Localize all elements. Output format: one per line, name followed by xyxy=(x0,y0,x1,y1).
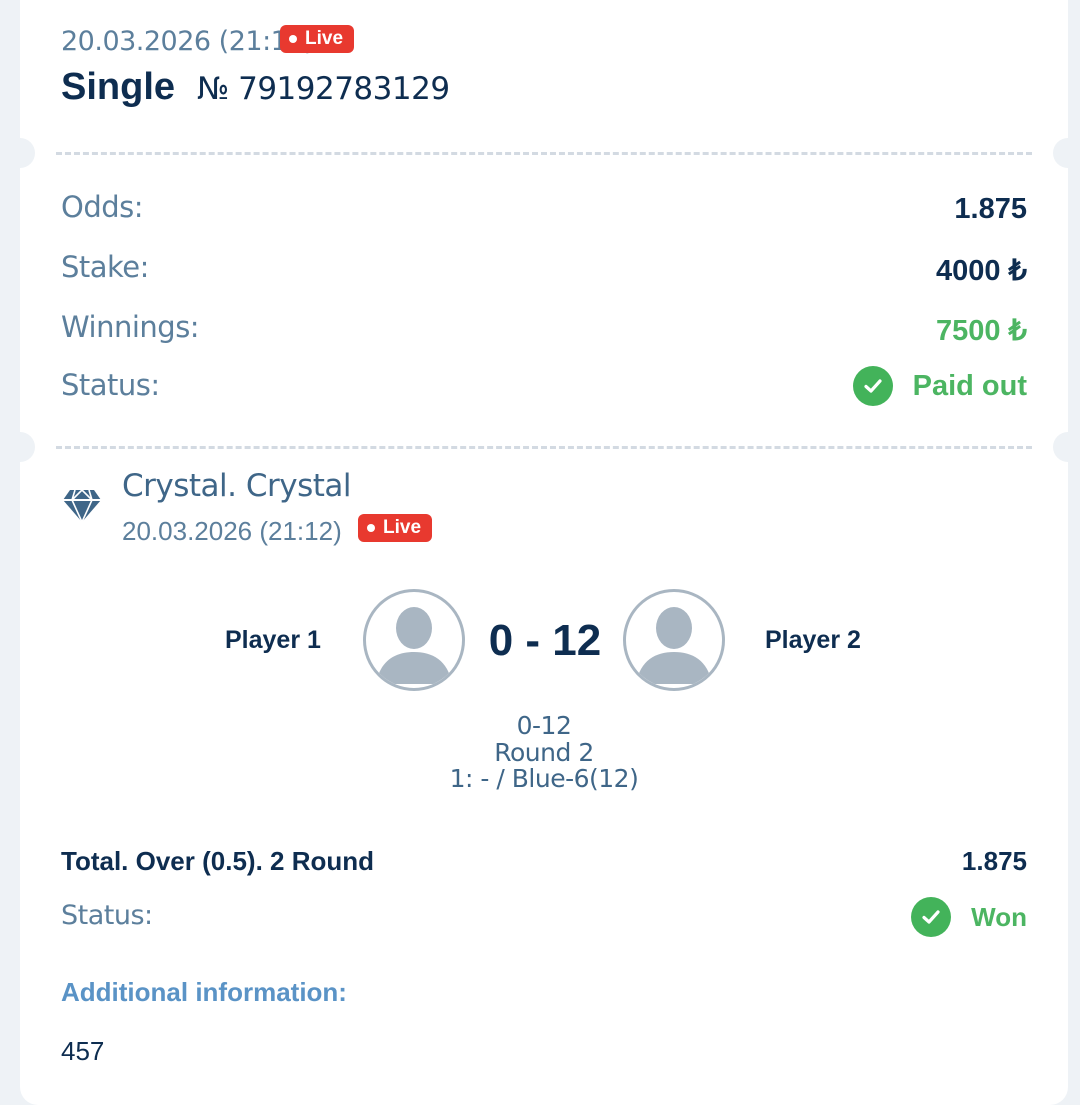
winnings-label: Winnings: xyxy=(61,310,200,344)
check-circle-icon xyxy=(911,897,952,937)
additional-info-value: 457 xyxy=(61,1036,105,1066)
ticket-notch-right xyxy=(1053,138,1080,168)
bet-type-title: Single xyxy=(61,66,176,108)
bet-date: 20.03.2026 (21:11) xyxy=(61,26,315,57)
status-label: Status: xyxy=(61,368,160,402)
status-value: Paid out xyxy=(912,369,1027,402)
bet-market-name: Total. Over (0.5). 2 Round xyxy=(61,846,375,876)
bet-number: № 79192783129 xyxy=(197,71,450,107)
diamond-icon xyxy=(62,488,102,529)
bet-market-odds: 1.875 xyxy=(961,846,1027,876)
bet-status-label: Status: xyxy=(61,900,153,931)
player-1-name: Player 1 xyxy=(225,626,321,654)
live-dot-icon xyxy=(289,35,297,43)
match-detail-score: 0-12 xyxy=(516,711,572,740)
live-dot-icon xyxy=(367,524,375,532)
stake-label: Stake: xyxy=(61,250,149,284)
live-badge: Live xyxy=(280,25,355,53)
check-circle-icon xyxy=(852,366,893,406)
live-badge: Live xyxy=(358,514,433,542)
match-score: 0 - 12 xyxy=(488,616,602,665)
player-2-name: Player 2 xyxy=(765,626,861,654)
event-date: 20.03.2026 (21:12) xyxy=(122,516,342,546)
stake-value: 4000 ₺ xyxy=(935,255,1027,287)
bet-status: Won xyxy=(911,897,1027,937)
match-detail-round: Round 2 xyxy=(494,738,594,767)
event-title: Crystal. Crystal xyxy=(122,468,352,504)
dashed-divider xyxy=(56,152,1032,155)
bet-ticket-card: 20.03.2026 (21:11) Live Single № 7919278… xyxy=(5,0,1080,1105)
bet-status-value: Won xyxy=(971,901,1027,932)
additional-info-label: Additional information: xyxy=(61,977,347,1007)
payout-status: Paid out xyxy=(852,366,1027,406)
ticket-notch-left xyxy=(5,138,35,168)
player-2-avatar xyxy=(623,589,725,691)
dashed-divider xyxy=(56,446,1032,449)
player-1-avatar xyxy=(363,589,465,691)
ticket-notch-right xyxy=(1053,432,1080,462)
ticket-notch-left xyxy=(5,432,35,462)
match-detail-result: 1: - / Blue-6(12) xyxy=(449,764,639,793)
odds-label: Odds: xyxy=(61,190,144,224)
winnings-value: 7500 ₺ xyxy=(935,315,1027,347)
odds-value: 1.875 xyxy=(954,193,1027,225)
